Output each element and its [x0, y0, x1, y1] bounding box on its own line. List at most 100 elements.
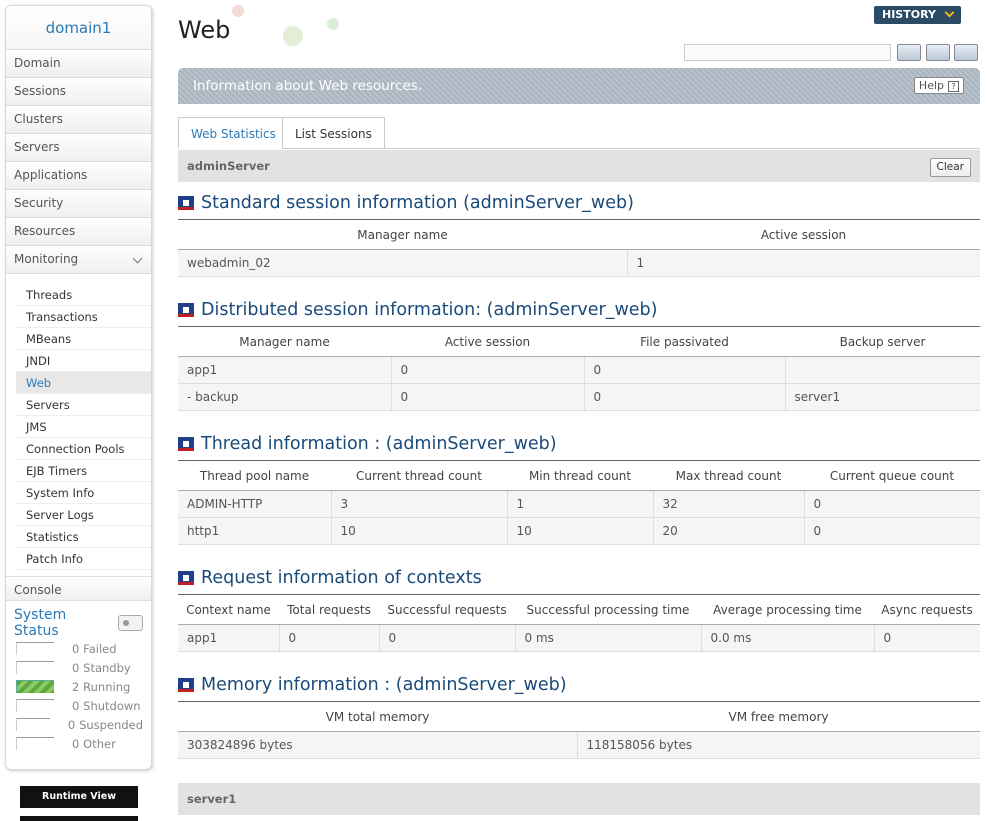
tab-web-statistics[interactable]: Web Statistics — [178, 117, 289, 149]
section-icon — [178, 303, 194, 317]
submenu-ejb-timers[interactable]: EJB Timers — [16, 460, 151, 482]
table-cell: - backup — [178, 383, 392, 411]
page-title: Web — [178, 16, 231, 44]
nav-applications[interactable]: Applications — [6, 162, 151, 190]
status-count: 0 — [72, 660, 80, 675]
chevron-down-icon — [132, 253, 143, 264]
table-row: ADMIN-HTTP 3 1 32 0 — [178, 490, 980, 518]
nav-servers[interactable]: Servers — [6, 134, 151, 162]
submenu-web[interactable]: Web — [16, 372, 151, 394]
nav-clusters[interactable]: Clusters — [6, 106, 151, 134]
table-cell: app1 — [178, 356, 392, 384]
status-label: Suspended — [79, 717, 143, 732]
column-header: VM total memory — [178, 701, 577, 732]
submenu-servers[interactable]: Servers — [16, 394, 151, 416]
column-header: Active session — [627, 219, 980, 250]
sidebar-bottom-button[interactable] — [20, 816, 138, 821]
table-cell: app1 — [178, 624, 280, 652]
nav-sessions[interactable]: Sessions — [6, 78, 151, 106]
table-cell: 118158056 bytes — [577, 731, 980, 759]
help-label: Help — [918, 79, 944, 92]
status-row-failed: 0 Failed — [14, 639, 143, 658]
section-title-text: Request information of contexts — [201, 568, 482, 588]
column-header: Successful processing time — [515, 594, 701, 625]
status-row-standby: 0 Standby — [14, 658, 143, 677]
table-cell: 0 — [279, 624, 380, 652]
tab-bar: Web Statistics List Sessions — [178, 117, 980, 149]
table-cell: 10 — [507, 517, 654, 545]
search-input[interactable] — [684, 44, 891, 61]
distributed-session-table: Manager name Active session File passiva… — [178, 326, 980, 411]
nav-domain[interactable]: Domain — [6, 50, 151, 78]
decor-circle — [283, 26, 303, 46]
system-status-title: System Status — [14, 607, 143, 639]
column-header: VM free memory — [577, 701, 980, 732]
domain-title[interactable]: domain1 — [6, 6, 151, 50]
column-header: Successful requests — [379, 594, 515, 625]
submenu-jms[interactable]: JMS — [16, 416, 151, 438]
submenu-server-logs[interactable]: Server Logs — [16, 504, 151, 526]
request-info-title: Request information of contexts — [178, 568, 482, 588]
submenu-jndi[interactable]: JNDI — [16, 350, 151, 372]
thread-info-table: Thread pool name Current thread count Mi… — [178, 460, 980, 545]
status-count: 0 — [72, 641, 80, 656]
table-cell: 10 — [331, 517, 508, 545]
column-header: Active session — [391, 326, 584, 357]
status-row-running: 2 Running — [14, 677, 143, 696]
section-icon — [178, 196, 194, 210]
server-name: adminServer — [187, 159, 270, 173]
submenu-connection-pools[interactable]: Connection Pools — [16, 438, 151, 460]
nav-console[interactable]: Console — [6, 577, 151, 601]
submenu-system-info[interactable]: System Info — [16, 482, 151, 504]
toggle-icon[interactable] — [118, 615, 143, 631]
submenu-threads[interactable]: Threads — [16, 284, 151, 306]
search-icon[interactable] — [897, 44, 921, 61]
submenu-patch-info[interactable]: Patch Info — [16, 548, 151, 570]
status-count: 0 — [72, 698, 80, 713]
table-row: - backup 0 0 server1 — [178, 383, 980, 411]
table-cell: 3 — [331, 490, 508, 518]
info-text: Information about Web resources. — [193, 78, 423, 94]
system-status-panel: System Status 0 Failed 0 Standby 2 Runni… — [6, 601, 151, 759]
tab-list-sessions[interactable]: List Sessions — [282, 117, 385, 149]
section-icon — [178, 678, 194, 692]
refresh-icon[interactable] — [926, 44, 950, 61]
nav-security[interactable]: Security — [6, 190, 151, 218]
status-count: 0 — [72, 736, 80, 751]
submenu-statistics[interactable]: Statistics — [16, 526, 151, 548]
status-bar — [16, 737, 54, 750]
standard-session-title: Standard session information (adminServe… — [178, 193, 634, 213]
history-button[interactable]: HISTORY — [874, 6, 961, 24]
clear-button[interactable]: Clear — [929, 158, 971, 177]
server-name: server1 — [187, 792, 237, 806]
table-cell: http1 — [178, 517, 332, 545]
decor-circle — [327, 18, 339, 30]
table-cell: ADMIN-HTTP — [178, 490, 332, 518]
table-cell: 20 — [653, 517, 805, 545]
submenu-transactions[interactable]: Transactions — [16, 306, 151, 328]
thread-info-title: Thread information : (adminServer_web) — [178, 434, 557, 454]
section-icon — [178, 571, 194, 585]
monitoring-submenu: Threads Transactions MBeans JNDI Web Ser… — [6, 274, 151, 577]
help-button[interactable]: Help? — [913, 77, 964, 94]
history-label: HISTORY — [882, 8, 936, 21]
server-header: adminServer Clear — [178, 150, 980, 182]
table-cell: 0 — [391, 383, 585, 411]
sidebar: domain1 Domain Sessions Clusters Servers… — [5, 5, 152, 770]
table-row: http1 10 10 20 0 — [178, 517, 980, 545]
column-header: File passivated — [584, 326, 785, 357]
table-cell: 0 ms — [515, 624, 702, 652]
status-bar — [16, 680, 54, 693]
status-label: Other — [83, 736, 116, 751]
runtime-view-button[interactable]: Runtime View — [20, 786, 138, 808]
submenu-mbeans[interactable]: MBeans — [16, 328, 151, 350]
section-title-text: Memory information : (adminServer_web) — [201, 675, 567, 695]
status-count: 2 — [72, 679, 80, 694]
nav-resources[interactable]: Resources — [6, 218, 151, 246]
table-row: app1 0 0 — [178, 356, 980, 384]
xml-export-icon[interactable] — [954, 44, 978, 61]
status-label: Shutdown — [83, 698, 141, 713]
status-row-other: 0 Other — [14, 734, 143, 753]
nav-monitoring[interactable]: Monitoring — [6, 246, 151, 274]
table-cell — [785, 356, 980, 384]
